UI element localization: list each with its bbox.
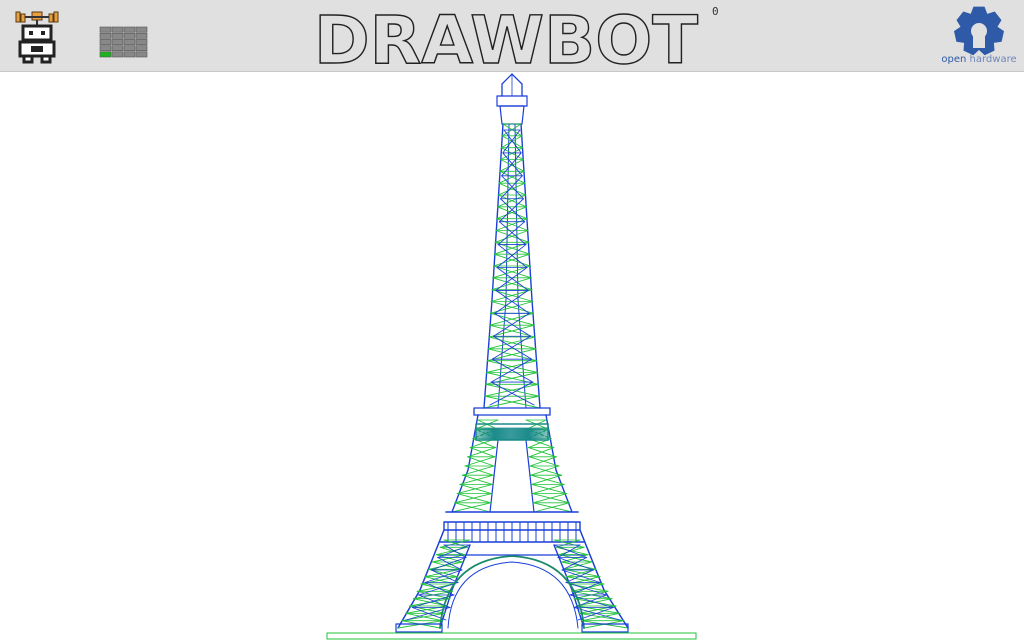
tower-stroke bbox=[499, 105, 525, 125]
tower-stroke bbox=[561, 557, 588, 571]
top-toolbar: DRAWBOT 0 open hardware bbox=[0, 0, 1024, 72]
tower-stroke bbox=[565, 569, 594, 583]
open-label: open bbox=[941, 54, 967, 65]
grid-cell bbox=[99, 32, 112, 39]
grid-cell bbox=[123, 26, 136, 33]
eiffel-tower-drawing bbox=[326, 73, 697, 640]
grid-cell bbox=[135, 51, 148, 58]
tower-stroke bbox=[500, 198, 526, 223]
grid-cell bbox=[111, 26, 124, 33]
hardware-label: hardware bbox=[969, 54, 1017, 65]
grid-cell bbox=[135, 26, 148, 33]
app-title-text: DRAWBOT bbox=[314, 2, 698, 72]
grid-cell bbox=[123, 32, 136, 39]
robot-icon[interactable] bbox=[14, 8, 60, 64]
grid-cell bbox=[99, 26, 112, 33]
grid-cell bbox=[111, 45, 124, 52]
grid-cell bbox=[111, 51, 124, 58]
gear-icon bbox=[954, 6, 1004, 56]
draw-counter: 0 bbox=[712, 5, 719, 18]
grid-cell bbox=[135, 39, 148, 45]
grid-icon[interactable] bbox=[99, 26, 149, 58]
grid-cell bbox=[99, 51, 112, 58]
open-hardware-logo[interactable]: open hardware bbox=[940, 4, 1018, 68]
grid-cell bbox=[111, 39, 124, 45]
grid-cell bbox=[123, 51, 136, 58]
tower-stroke bbox=[395, 623, 443, 633]
grid-cell bbox=[135, 32, 148, 39]
grid-cell bbox=[111, 32, 124, 39]
tower-stroke bbox=[557, 544, 581, 558]
ground-line bbox=[326, 632, 697, 640]
tower-stroke bbox=[496, 95, 528, 107]
tower-stroke bbox=[473, 407, 551, 416]
tower-stroke bbox=[581, 623, 629, 633]
grid-cell bbox=[99, 39, 112, 45]
grid-cell bbox=[135, 45, 148, 52]
app-title: DRAWBOT bbox=[313, 1, 698, 72]
grid-cell bbox=[123, 45, 136, 52]
tower-stroke bbox=[439, 539, 471, 548]
drawing-canvas[interactable] bbox=[0, 72, 1024, 640]
tower-stroke bbox=[501, 152, 522, 177]
grid-cell bbox=[123, 39, 136, 45]
grid-cell bbox=[99, 45, 112, 52]
tower-stroke bbox=[502, 152, 523, 177]
tower-stroke bbox=[498, 198, 524, 223]
